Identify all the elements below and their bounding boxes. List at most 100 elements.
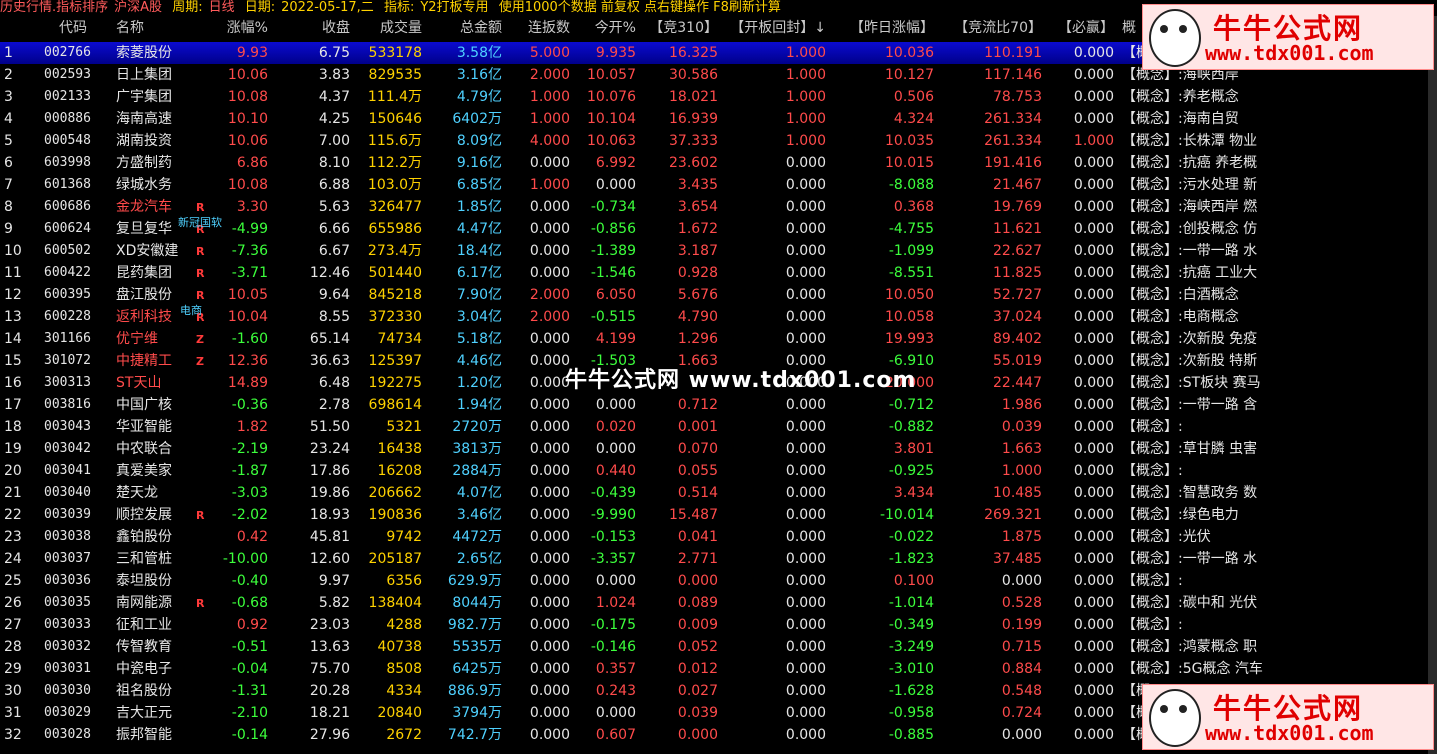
column-header[interactable]: 连扳数 [504,17,570,39]
table-cell: 19.769 [993,199,1042,215]
column-header[interactable]: 【竞流比70】 [936,17,1042,39]
table-cell: 6.050 [595,287,636,303]
table-cell: 0.440 [595,463,636,479]
column-header[interactable]: 名称 [116,17,206,39]
table-row[interactable]: 26 003035 南网能源 -0.68 5.82 138404 8044万 0.000 1.0… [0,592,1437,614]
table-cell: 0.000 [785,529,826,545]
table-row[interactable]: 3 002133 广宇集团 10.08 4.37 111.4万 4.79亿 1.000 10.0… [0,86,1437,108]
table-cell: 9.64 [318,287,350,303]
table-cell: 鑫铂股份 [116,529,172,545]
table-cell: 003042 [44,441,91,456]
table-cell: 9.935 [595,45,636,61]
table-cell: 0.000 [785,485,826,501]
table-cell: 中捷精工 [116,353,172,369]
table-cell: -0.712 [888,397,934,413]
column-header[interactable]: 收盘 [270,17,350,39]
table-cell: 18 [4,419,22,435]
table-cell: -3.71 [231,265,268,281]
table-cell: 5.18亿 [456,331,502,347]
period-value[interactable]: 日线 [209,0,235,15]
breadcrumb[interactable]: 历史行情.指标排序 [0,0,108,15]
column-header[interactable]: 【开板回封】↓ [720,17,826,39]
table-cell: 0.000 [595,573,636,589]
table-cell: 25 [4,573,22,589]
table-row[interactable]: 20 003041 真爱美家 -1.87 17.86 16208 2884万 0.000 0.4… [0,460,1437,482]
table-cell: 12 [4,287,22,303]
table-cell: 4.07亿 [456,485,502,501]
table-cell: 829535 [368,67,422,83]
indicator-value[interactable]: Y2打板专用 [420,0,488,15]
column-header[interactable]: 成交量 [352,17,422,39]
table-row[interactable]: 19 003042 中农联合 -2.19 23.24 16438 3813万 0.000 0.0… [0,438,1437,460]
logo-top: 牛牛公式网 www.tdx001.com [1142,4,1434,70]
table-cell: 0.607 [595,727,636,743]
table-cell: 真爱美家 [116,463,172,479]
table-cell: 115.6万 [367,133,422,149]
table-cell: 2.65亿 [456,551,502,567]
table-row[interactable]: 14 301166 优宁维 -1.60 65.14 74734 5.18亿 0.000 4.19… [0,328,1437,350]
column-header[interactable]: 总金额 [424,17,502,39]
table-cell: -0.515 [590,309,636,325]
table-cell: 10.08 [227,89,268,105]
table-cell: 【概念】:草甘膦 虫害 [1122,441,1258,457]
table-cell: 【概念】:智慧政务 数 [1122,485,1258,501]
date-value[interactable]: 2022-05-17,二 [281,0,374,15]
column-header[interactable]: 代码 [44,17,102,39]
table-row[interactable]: 17 003816 中国广核 -0.36 2.78 698614 1.94亿 0.000 0.0… [0,394,1437,416]
table-cell: 117.146 [984,67,1042,83]
table-row[interactable]: 25 003036 泰坦股份 -0.40 9.97 6356 629.9万 0.000 0.00… [0,570,1437,592]
table-row[interactable]: 10 600502 XD安徽建 -7.36 6.67 273.4万 18.4亿 0.000 -1… [0,240,1437,262]
table-row[interactable]: 29 003031 中瓷电子 -0.04 75.70 8508 6425万 0.000 0.35… [0,658,1437,680]
table-cell: 501440 [368,265,422,281]
table-cell: 0.000 [1073,573,1114,589]
table-cell: 0.42 [236,529,268,545]
table-row[interactable]: 11 600422 昆药集团 -3.71 12.46 501440 6.17亿 0.000 -1… [0,262,1437,284]
table-cell: -0.958 [888,705,934,721]
table-cell: 0.000 [529,727,570,743]
table-cell: 南网能源 [116,595,172,611]
table-row[interactable]: 28 003032 传智教育 -0.51 13.63 40738 5535万 0.000 -0.… [0,636,1437,658]
table-row[interactable]: 6 603998 方盛制药 6.86 8.10 112.2万 9.16亿 0.000 6.992… [0,152,1437,174]
table-row[interactable]: 7 601368 绿城水务 10.08 6.88 103.0万 6.85亿 1.000 0.00… [0,174,1437,196]
table-row[interactable]: 13 600228 返利科技 10.04 8.55 372330 3.04亿 2.000 -0.… [0,306,1437,328]
column-header[interactable]: 【竞310】 [638,17,718,39]
column-header[interactable]: 今开% [572,17,636,39]
table-cell: 002766 [44,45,91,60]
table-row[interactable]: 24 003037 三和管桩 -10.00 12.60 205187 2.65亿 0.000 -… [0,548,1437,570]
table-cell: 【概念】:长株潭 物业 [1122,133,1258,149]
table-cell: 【概念】:白酒概念 [1122,287,1239,303]
table-cell: 2884万 [452,463,502,479]
table-cell: 4.790 [677,309,718,325]
table-cell: 29 [4,661,22,677]
column-header[interactable]: 【昨日涨幅】 [828,17,934,39]
table-cell: 10.076 [587,89,636,105]
table-row[interactable]: 5 000548 湖南投资 10.06 7.00 115.6万 8.09亿 4.000 10.0… [0,130,1437,152]
table-row[interactable]: 4 000886 海南高速 10.10 4.25 150646 6402万 1.000 10.1… [0,108,1437,130]
table-cell: 600395 [44,287,91,302]
table-row[interactable]: 27 003033 征和工业 0.92 23.03 4288 982.7万 0.000 -0.1… [0,614,1437,636]
table-cell: 36.63 [309,353,350,369]
table-cell: 0.000 [785,155,826,171]
table-cell: 8.55 [318,309,350,325]
table-cell: 1.296 [677,331,718,347]
table-row[interactable]: 23 003038 鑫铂股份 0.42 45.81 9742 4472万 0.000 -0.15… [0,526,1437,548]
table-cell: 1.000 [785,89,826,105]
table-cell: 3.187 [677,243,718,259]
column-header[interactable]: 【必赢】 [1044,17,1114,39]
table-cell: 9.97 [318,573,350,589]
table-cell: -3.010 [888,661,934,677]
market-selector[interactable]: 沪深A股 [114,0,162,15]
table-cell: 655986 [368,221,422,237]
column-header[interactable]: 涨幅% [206,17,268,39]
date-label: 日期: [244,0,276,15]
table-row[interactable]: 12 600395 盘江股份 10.05 9.64 845218 7.90亿 2.000 6.0… [0,284,1437,306]
table-cell: 【概念】:一带一路 水 [1122,551,1258,567]
table-cell: 138404 [368,595,422,611]
table-cell: 40738 [377,639,422,655]
table-row[interactable]: 18 003043 华亚智能 1.82 51.50 5321 2720万 0.000 0.020… [0,416,1437,438]
scrollbar[interactable] [1428,16,1437,754]
table-row[interactable]: 22 003039 顺控发展 -2.02 18.93 190836 3.46亿 0.000 -9… [0,504,1437,526]
table-cell: 4.46亿 [456,353,502,369]
table-row[interactable]: 21 003040 楚天龙 -3.03 19.86 206662 4.07亿 0.000 -0.… [0,482,1437,504]
table-cell: -2.10 [231,705,268,721]
